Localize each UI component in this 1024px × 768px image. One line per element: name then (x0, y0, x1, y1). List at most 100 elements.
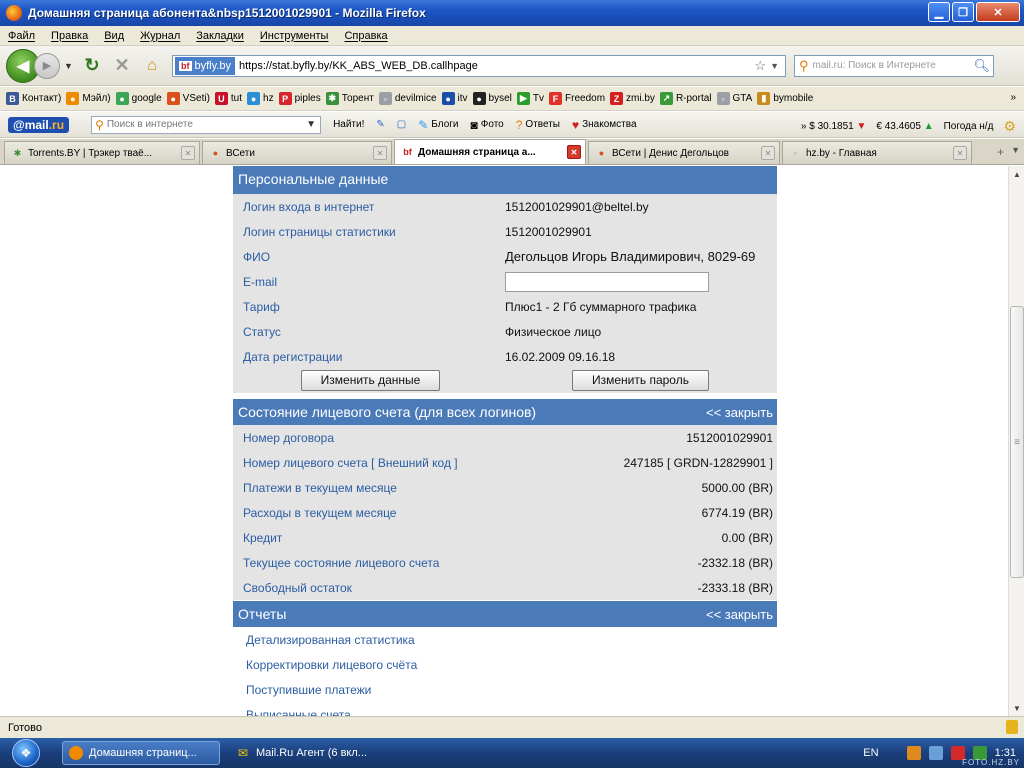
taskbar-firefox[interactable]: Домашняя страниц... (62, 741, 220, 765)
bookmarks-overflow-icon[interactable]: » (1010, 92, 1016, 103)
scroll-up-icon[interactable]: ▲ (1009, 166, 1024, 182)
tab-close-icon[interactable]: ✕ (373, 146, 387, 160)
minimize-button[interactable]: ▁ (928, 2, 950, 22)
url-text[interactable]: https://stat.byfly.by/KK_ABS_WEB_DB.call… (239, 60, 754, 72)
menu-tools[interactable]: Инструменты (260, 30, 329, 42)
bookmark-item[interactable]: ● bysel (472, 92, 512, 105)
bookmark-item[interactable]: ▶ Tv (516, 92, 544, 105)
row-label: Тариф (243, 299, 280, 314)
address-bar[interactable]: bf byfly.by https://stat.byfly.by/KK_ABS_… (172, 54, 786, 77)
row-label[interactable]: Номер лицевого счета [ Внешний код ] (233, 456, 505, 470)
pen-icon[interactable]: ✎ (376, 119, 384, 130)
bookmark-item[interactable]: Zzmi.by (610, 92, 655, 105)
site-identity-badge[interactable]: bf byfly.by (175, 56, 235, 75)
new-tab-icon[interactable]: + (997, 145, 1004, 159)
row-value: Физическое лицо (505, 324, 602, 339)
bookmark-item[interactable]: Utut (214, 92, 242, 105)
network-icon[interactable] (928, 746, 943, 760)
menu-help[interactable]: Справка (344, 30, 387, 42)
tab-vseti[interactable]: ● ВСети ✕ (202, 141, 392, 164)
mailru-dating-link[interactable]: ♥ Знакомства (572, 118, 637, 132)
close-account-link[interactable]: << закрыть (706, 405, 773, 420)
change-password-button[interactable]: Изменить пароль (572, 369, 709, 391)
mailru-find-button[interactable]: Найти! (333, 119, 364, 130)
forward-button[interactable]: ▶ (34, 52, 60, 79)
search-box[interactable]: ⚲ mail.ru: Поиск в Интернете 🔍︎ (794, 54, 994, 77)
email-field[interactable] (505, 271, 709, 292)
tab-hz[interactable]: ▫ hz.by - Главная ✕ (782, 141, 972, 164)
report-invoices-link[interactable]: Выписанные счета (233, 702, 777, 717)
start-button[interactable]: ❖ (0, 738, 52, 768)
chevron-down-icon[interactable]: ▼ (306, 119, 316, 130)
row-value: -2332.18 (BR) (697, 555, 773, 570)
page-content[interactable]: Персональные данные Логин входа в интерн… (0, 166, 1008, 716)
bookmark-item[interactable]: ✱ Торент (325, 92, 374, 105)
weather-widget[interactable]: Погода н/д (944, 121, 994, 132)
tab-vseti-profile[interactable]: ● ВСети | Денис Дегольцов ✕ (588, 141, 780, 164)
url-dropdown-icon[interactable]: ▼ (770, 61, 779, 71)
reload-icon[interactable]: ↻ (80, 54, 104, 78)
close-window-button[interactable]: ✕ (976, 2, 1020, 22)
answers-icon: ? (515, 117, 523, 132)
bookmark-item[interactable]: F Freedom (549, 92, 605, 105)
bookmark-item[interactable]: В Контакт) (6, 92, 61, 105)
mailru-logo-prefix: @mail (13, 117, 49, 132)
language-indicator[interactable]: EN (863, 747, 878, 759)
bookmark-star-icon[interactable]: ☆ (754, 58, 766, 74)
eur-rate[interactable]: € 43.4605 ▲ (876, 121, 933, 132)
tab-close-icon[interactable]: ✕ (567, 145, 581, 159)
bookmark-item[interactable]: ▮ bymobile (757, 92, 813, 105)
report-payments-link[interactable]: Поступившие платежи (233, 677, 777, 702)
scroll-thumb[interactable]: ≡ (1010, 306, 1024, 578)
tab-torrents[interactable]: ✱ Torrents.BY | Трэкер тваё... ✕ (4, 141, 200, 164)
lock-icon[interactable] (1006, 720, 1018, 734)
bookmarks-toolbar: В Контакт) ● Мэйл) ● google ● VSeti) Utut ● hz Ppip… (0, 87, 1024, 111)
media-player-icon[interactable] (906, 746, 921, 760)
tab-close-icon[interactable]: ✕ (181, 146, 195, 160)
mailru-logo[interactable]: @mail.ru (8, 116, 70, 133)
bookmark-item[interactable]: ▫ GTA (716, 92, 752, 105)
bookmark-item[interactable]: ● google (115, 92, 162, 105)
menu-view[interactable]: Вид (104, 30, 124, 42)
mailru-blogs-link[interactable]: ✎ Блоги (418, 118, 458, 132)
page-icon[interactable]: ▢ (397, 119, 406, 130)
report-detailed-stats-link[interactable]: Детализированная статистика (233, 627, 777, 652)
menu-bookmarks[interactable]: Закладки (196, 30, 244, 42)
mailru-search-input[interactable]: ⚲ Поиск в интернете ▼ (91, 115, 322, 134)
close-reports-link[interactable]: << закрыть (706, 607, 773, 622)
bookmark-item[interactable]: ↗ R-portal (659, 92, 712, 105)
bookmark-item[interactable]: ● hz (247, 92, 274, 105)
bookmark-item[interactable]: ● Мэйл) (66, 92, 111, 105)
report-corrections-link[interactable]: Корректировки лицевого счёта (233, 652, 777, 677)
bookmark-item[interactable]: ▫ devilmice (378, 92, 437, 105)
vertical-scrollbar[interactable]: ▲ ≡ ▼ (1008, 166, 1024, 716)
bookmark-item[interactable]: Ppiples (278, 92, 321, 105)
tab-list-icon[interactable]: ▼ (1011, 145, 1020, 155)
stop-icon[interactable]: ✕ (110, 54, 134, 78)
usd-rate[interactable]: » $ 30.1851 ▼ (801, 121, 867, 132)
window-title: Домашняя страница абонента&nbsp151200102… (28, 6, 426, 20)
blogs-icon: ✎ (418, 117, 429, 132)
eur-rate-value: € 43.4605 (876, 121, 921, 132)
settings-gear-icon[interactable]: ⚙ (1003, 118, 1016, 135)
tab-close-icon[interactable]: ✕ (953, 146, 967, 160)
tab-close-icon[interactable]: ✕ (761, 146, 775, 160)
scroll-down-icon[interactable]: ▼ (1009, 700, 1024, 716)
menu-file[interactable]: Файл (8, 30, 35, 42)
window-title-bar[interactable]: Домашняя страница абонента&nbsp151200102… (0, 0, 1024, 26)
search-engine-icon[interactable]: ⚲ (799, 58, 809, 74)
mailru-answers-link[interactable]: ? Ответы (516, 118, 560, 132)
bookmark-item[interactable]: ● VSeti) (166, 92, 210, 105)
search-icon[interactable]: 🔍︎ (973, 58, 990, 74)
home-icon[interactable]: ⌂ (140, 54, 164, 78)
bookmark-item[interactable]: ● itv (441, 92, 468, 105)
history-dropdown-icon[interactable]: ▼ (64, 61, 74, 71)
change-data-button[interactable]: Изменить данные (301, 369, 440, 391)
menu-history[interactable]: Журнал (140, 30, 180, 42)
tab-home-page[interactable]: bf Домашняя страница а... ✕ (394, 139, 586, 164)
taskbar-mailru-agent[interactable]: ✉ Mail.Ru Агент (6 вкл... (230, 741, 373, 765)
mailru-photo-link[interactable]: ◙ Фото (471, 118, 504, 132)
bookmark-favicon-icon: P (278, 92, 292, 105)
maximize-button[interactable]: ❐ (952, 2, 974, 22)
menu-edit[interactable]: Правка (51, 30, 88, 42)
